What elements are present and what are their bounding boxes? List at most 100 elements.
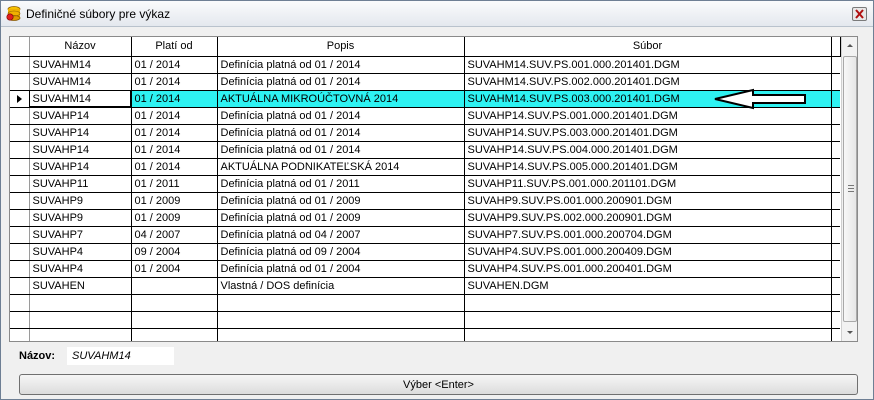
cell-subor[interactable]: SUVAHP11.SUV.PS.001.000.201101.DGM [464,175,832,193]
cell-popis[interactable]: AKTUÁLNA PODNIKATEĽSKÁ 2014 [217,158,465,176]
table-row[interactable]: SUVAHP14 01 / 2014 Definícia platná od 01 … [10,141,840,159]
row-indicator[interactable] [10,141,30,159]
row-indicator[interactable] [10,175,30,193]
table-row[interactable]: SUVAHP9 01 / 2009 Definícia platná od 01 /… [10,192,840,210]
row-indicator[interactable] [10,311,30,329]
cell-plati-od[interactable]: 01 / 2011 [131,175,218,193]
cell-nazov[interactable]: SUVAHP4 [29,243,132,261]
cell-popis[interactable]: AKTUÁLNA MIKROÚČTOVNÁ 2014 [217,90,465,108]
cell-popis[interactable] [217,328,465,341]
cell-popis[interactable]: Definícia platná od 01 / 2011 [217,175,465,193]
cell-popis[interactable]: Definícia platná od 04 / 2007 [217,226,465,244]
cell-nazov[interactable]: SUVAHP11 [29,175,132,193]
cell-nazov[interactable]: SUVAHP14 [29,141,132,159]
definitions-grid[interactable]: Názov Platí od Popis Súbor SUVAHM14 01 / … [9,36,858,342]
cell-subor[interactable] [464,294,832,312]
cell-nazov[interactable] [29,294,132,312]
cell-nazov[interactable]: SUVAHP9 [29,192,132,210]
cell-popis[interactable]: Definícia platná od 01 / 2014 [217,124,465,142]
cell-subor[interactable]: SUVAHEN.DGM [464,277,832,295]
cell-subor[interactable]: SUVAHP9.SUV.PS.002.000.200901.DGM [464,209,832,227]
cell-subor[interactable]: SUVAHP7.SUV.PS.001.000.200704.DGM [464,226,832,244]
column-header-popis[interactable]: Popis [217,37,465,57]
row-indicator[interactable] [10,260,30,278]
cell-plati-od[interactable]: 01 / 2009 [131,192,218,210]
row-indicator[interactable] [10,243,30,261]
row-indicator[interactable] [10,124,30,142]
cell-nazov[interactable]: SUVAHM14 [29,73,132,91]
table-row[interactable]: SUVAHP9 01 / 2009 Definícia platná od 01 /… [10,209,840,227]
cell-plati-od[interactable]: 01 / 2014 [131,124,218,142]
cell-nazov[interactable]: SUVAHM14 [29,90,132,108]
cell-nazov[interactable]: SUVAHP14 [29,124,132,142]
title-bar[interactable]: Definičné súbory pre výkaz [1,1,873,27]
cell-plati-od[interactable] [131,311,218,329]
cell-nazov[interactable]: SUVAHP9 [29,209,132,227]
scroll-up-button[interactable] [842,37,857,54]
row-indicator[interactable] [10,73,30,91]
cell-nazov[interactable]: SUVAHP14 [29,158,132,176]
scroll-down-button[interactable] [842,324,857,341]
cell-subor[interactable]: SUVAHP9.SUV.PS.001.000.200901.DGM [464,192,832,210]
row-indicator[interactable] [10,328,30,341]
cell-popis[interactable]: Definícia platná od 01 / 2009 [217,192,465,210]
table-row[interactable]: SUVAHP14 01 / 2014 AKTUÁLNA PODNIKATEĽSKÁ … [10,158,840,176]
cell-nazov[interactable]: SUVAHP4 [29,260,132,278]
vertical-scrollbar[interactable] [841,37,857,341]
scroll-thumb[interactable] [843,56,857,322]
select-button[interactable]: Výber <Enter> [19,374,858,395]
column-header-plati-od[interactable]: Platí od [131,37,218,57]
cell-popis[interactable] [217,294,465,312]
table-row[interactable] [10,311,840,329]
row-indicator[interactable] [10,107,30,125]
cell-popis[interactable]: Definícia platná od 01 / 2004 [217,260,465,278]
cell-popis[interactable]: Definícia platná od 01 / 2009 [217,209,465,227]
cell-popis[interactable]: Vlastná / DOS definícia [217,277,465,295]
table-row[interactable]: SUVAHP4 01 / 2004 Definícia platná od 01 /… [10,260,840,278]
row-indicator[interactable] [10,294,30,312]
column-header-subor[interactable]: Súbor [464,37,832,57]
row-indicator[interactable] [10,158,30,176]
cell-subor[interactable]: SUVAHP4.SUV.PS.001.000.200409.DGM [464,243,832,261]
cell-nazov[interactable]: SUVAHEN [29,277,132,295]
row-indicator[interactable] [10,56,30,74]
cell-nazov[interactable]: SUVAHP14 [29,107,132,125]
cell-plati-od[interactable]: 01 / 2014 [131,90,218,108]
cell-nazov[interactable] [29,328,132,341]
cell-subor[interactable]: SUVAHP14.SUV.PS.003.000.201401.DGM [464,124,832,142]
table-row[interactable]: SUVAHP11 01 / 2011 Definícia platná od 01 … [10,175,840,193]
cell-popis[interactable] [217,311,465,329]
table-row[interactable]: SUVAHP7 04 / 2007 Definícia platná od 04 /… [10,226,840,244]
table-row[interactable]: SUVAHM14 01 / 2014 Definícia platná od 01 … [10,56,840,74]
cell-nazov[interactable]: SUVAHM14 [29,56,132,74]
cell-subor[interactable]: SUVAHP14.SUV.PS.004.000.201401.DGM [464,141,832,159]
name-field[interactable]: SUVAHM14 [67,347,174,365]
cell-subor[interactable]: SUVAHP4.SUV.PS.001.000.200401.DGM [464,260,832,278]
cell-nazov[interactable]: SUVAHP7 [29,226,132,244]
row-indicator[interactable] [10,226,30,244]
cell-plati-od[interactable]: 01 / 2004 [131,260,218,278]
cell-plati-od[interactable]: 01 / 2014 [131,158,218,176]
table-row[interactable] [10,294,840,312]
close-button[interactable] [852,7,867,21]
cell-nazov[interactable] [29,311,132,329]
cell-popis[interactable]: Definícia platná od 01 / 2014 [217,141,465,159]
column-header-nazov[interactable]: Názov [29,37,132,57]
cell-popis[interactable]: Definícia platná od 01 / 2014 [217,56,465,74]
row-indicator[interactable] [10,277,30,295]
row-indicator[interactable] [10,209,30,227]
cell-plati-od[interactable]: 04 / 2007 [131,226,218,244]
cell-popis[interactable]: Definícia platná od 01 / 2014 [217,73,465,91]
table-row[interactable]: SUVAHP4 09 / 2004 Definícia platná od 09 /… [10,243,840,261]
row-indicator[interactable] [10,90,30,108]
cell-plati-od[interactable]: 09 / 2004 [131,243,218,261]
cell-plati-od[interactable] [131,277,218,295]
cell-plati-od[interactable]: 01 / 2014 [131,107,218,125]
cell-plati-od[interactable]: 01 / 2014 [131,141,218,159]
table-row[interactable] [10,328,840,341]
cell-plati-od[interactable]: 01 / 2014 [131,73,218,91]
cell-popis[interactable]: Definícia platná od 01 / 2014 [217,107,465,125]
cell-plati-od[interactable] [131,294,218,312]
cell-subor[interactable]: SUVAHP14.SUV.PS.005.000.201401.DGM [464,158,832,176]
cell-subor[interactable] [464,311,832,329]
